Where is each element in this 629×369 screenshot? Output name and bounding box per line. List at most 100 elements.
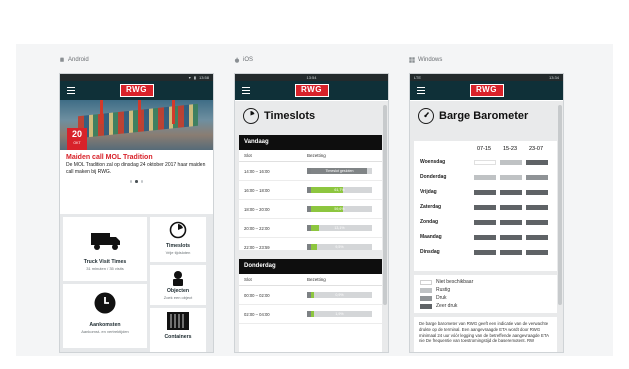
truck-icon [91, 233, 120, 250]
legend: Niet beschikbaar Rustig Druk Zeer druk [414, 275, 557, 313]
barometer-cell [526, 175, 548, 180]
timeslot-row[interactable]: 18:00 – 20:00 59,6% [239, 200, 382, 219]
legend-swatch [420, 295, 432, 301]
windows-icon [409, 57, 415, 63]
page-header: Timeslots [235, 101, 388, 131]
barometer-cell [474, 160, 496, 165]
timeslots-tile[interactable]: Timeslots Vrije tijdsloten [150, 217, 206, 262]
barometer-cell [500, 175, 522, 180]
timeslot-time: 14:00 – 16:00 [244, 168, 270, 174]
status-bar: ▾ ▮ 13:58 [60, 74, 213, 81]
tile-title: Objecten [166, 288, 190, 294]
timeslot-row[interactable]: 14:00 – 16:00 Timeslot gesloten [239, 162, 382, 181]
day-label: Zaterdag [420, 204, 442, 210]
occupancy-bar: 0,9% [307, 292, 372, 298]
slot-list: 14:00 – 16:00 Timeslot gesloten 16:00 – 18… [239, 162, 382, 257]
news-image[interactable]: 20 OKT [60, 100, 213, 150]
tile-title: Containers [164, 334, 192, 340]
barometer-cell [474, 205, 496, 210]
occupancy-label: 61,7% [334, 188, 345, 192]
platform-name: Android [68, 57, 89, 63]
menu-icon[interactable] [242, 87, 250, 94]
barometer-cell [500, 160, 522, 165]
rwg-logo: RWG [119, 84, 154, 97]
timeslot-row[interactable]: 16:00 – 18:00 61,7% [239, 181, 382, 200]
legend-swatch [420, 279, 432, 285]
timer-icon [243, 108, 259, 124]
tile-subtitle: Zoek een object [163, 295, 193, 300]
column-headers: Slot Bezetting [239, 150, 382, 162]
news-title[interactable]: Maiden call MOL Tradition [66, 154, 207, 161]
scrollbar[interactable] [558, 105, 562, 305]
menu-icon[interactable] [417, 87, 425, 94]
rwg-logo: RWG [294, 84, 329, 97]
legend-item: Druk [420, 294, 551, 302]
barometer-table: 07-15 15-23 23-07 Woensdag Donderdag Vrijd… [414, 141, 557, 271]
carousel-dots[interactable] [60, 180, 213, 183]
arrivals-tile[interactable]: Aankomsten Aankomst- en vertrektijden [63, 284, 147, 348]
occupancy-bar: 9,5% [307, 244, 372, 250]
timeslot-time: 22:00 – 23:59 [244, 244, 270, 250]
day-label: Maandag [420, 234, 442, 240]
app-bar: RWG [410, 81, 563, 100]
day-label: Dinsdag [420, 249, 440, 255]
platform-name: iOS [243, 57, 254, 63]
barometer-cell [474, 250, 496, 255]
timeslot-row[interactable]: 02:00 – 04:00 1,9% [239, 305, 382, 324]
barometer-cell [526, 250, 548, 255]
barometer-panel: Barge Barometer 07-15 15-23 23-07 Woensd… [410, 101, 563, 352]
timeslot-row[interactable]: 22:00 – 23:59 9,5% [239, 238, 382, 257]
barometer-cell [474, 175, 496, 180]
timeslot-row[interactable]: 20:00 – 22:00 13,1% [239, 219, 382, 238]
object-search-icon [173, 271, 183, 286]
legend-swatch [420, 287, 432, 293]
battery-icon: ▮ [193, 75, 196, 80]
timeslots-panel: Timeslots Vandaag Slot Bezetting 14:00 –… [235, 101, 388, 352]
android-phone: ▾ ▮ 13:58 RWG 20 OKT Maiden call MOL Tra… [59, 73, 214, 353]
app-bar: RWG [235, 81, 388, 100]
tile-subtitle: Vrije tijdsloten [165, 250, 191, 255]
timeslot-row[interactable]: 00:00 – 02:00 0,9% [239, 286, 382, 305]
scrollbar[interactable] [383, 105, 387, 305]
tile-grid: Truck Visit Times 31 minuten / 35 visits… [60, 214, 213, 352]
occupancy-label: Timeslot gesloten [325, 169, 354, 173]
occupancy-bar: 61,7% [307, 187, 372, 193]
objects-tile[interactable]: Objecten Zoek een object [150, 265, 206, 305]
status-bar: 13:54 [235, 74, 388, 81]
day-label: Woensdag [420, 159, 446, 165]
tile-title: Timeslots [165, 243, 191, 249]
barometer-cell [500, 235, 522, 240]
tile-title: Aankomsten [89, 322, 121, 328]
legend-label: Niet beschikbaar [436, 279, 474, 285]
legend-item: Zeer druk [420, 302, 551, 310]
truck-visit-times-tile[interactable]: Truck Visit Times 31 minuten / 35 visits [63, 217, 147, 281]
clock-icon [94, 292, 116, 314]
occupancy-bar: Timeslot gesloten [307, 168, 372, 174]
barometer-cell [526, 160, 548, 165]
day-heading: Donderdag [239, 259, 382, 274]
wifi-icon: ▾ [188, 75, 191, 80]
crane-shape [100, 100, 103, 124]
time-header: 23-07 [528, 146, 544, 152]
container-icon [167, 312, 189, 330]
day-label: Zondag [420, 219, 439, 225]
timeslot-time: 18:00 – 20:00 [244, 206, 270, 212]
apple-icon [234, 57, 240, 63]
day-card-today: Vandaag Slot Bezetting 14:00 – 16:00 Time… [239, 135, 382, 257]
occupancy-label: 13,1% [334, 226, 345, 230]
occupancy-bar: 13,1% [307, 225, 372, 231]
windows-phone: LTE 13:34 RWG Barge Barometer 07-15 15-2… [409, 73, 564, 353]
news-text: De MOL Tradition zal op dinsdag 24 oktob… [66, 162, 206, 175]
slot-list: 00:00 – 02:00 0,9% 02:00 – 04:00 1,9% [239, 286, 382, 324]
platform-label-ios: iOS [234, 57, 253, 63]
containers-tile[interactable]: Containers [150, 308, 206, 352]
presentation-stage: Android iOS Windows ▾ ▮ 13:58 RWG 20 OKT [0, 0, 629, 369]
occupancy-label: 0,9% [335, 293, 344, 297]
occupancy-label: 9,5% [335, 245, 344, 249]
crane-shape [172, 100, 175, 124]
menu-icon[interactable] [67, 87, 75, 94]
timeslot-time: 20:00 – 22:00 [244, 225, 270, 231]
barometer-cell [474, 190, 496, 195]
occupancy-label: 59,6% [334, 207, 345, 211]
timeslot-time: 00:00 – 02:00 [244, 292, 270, 298]
